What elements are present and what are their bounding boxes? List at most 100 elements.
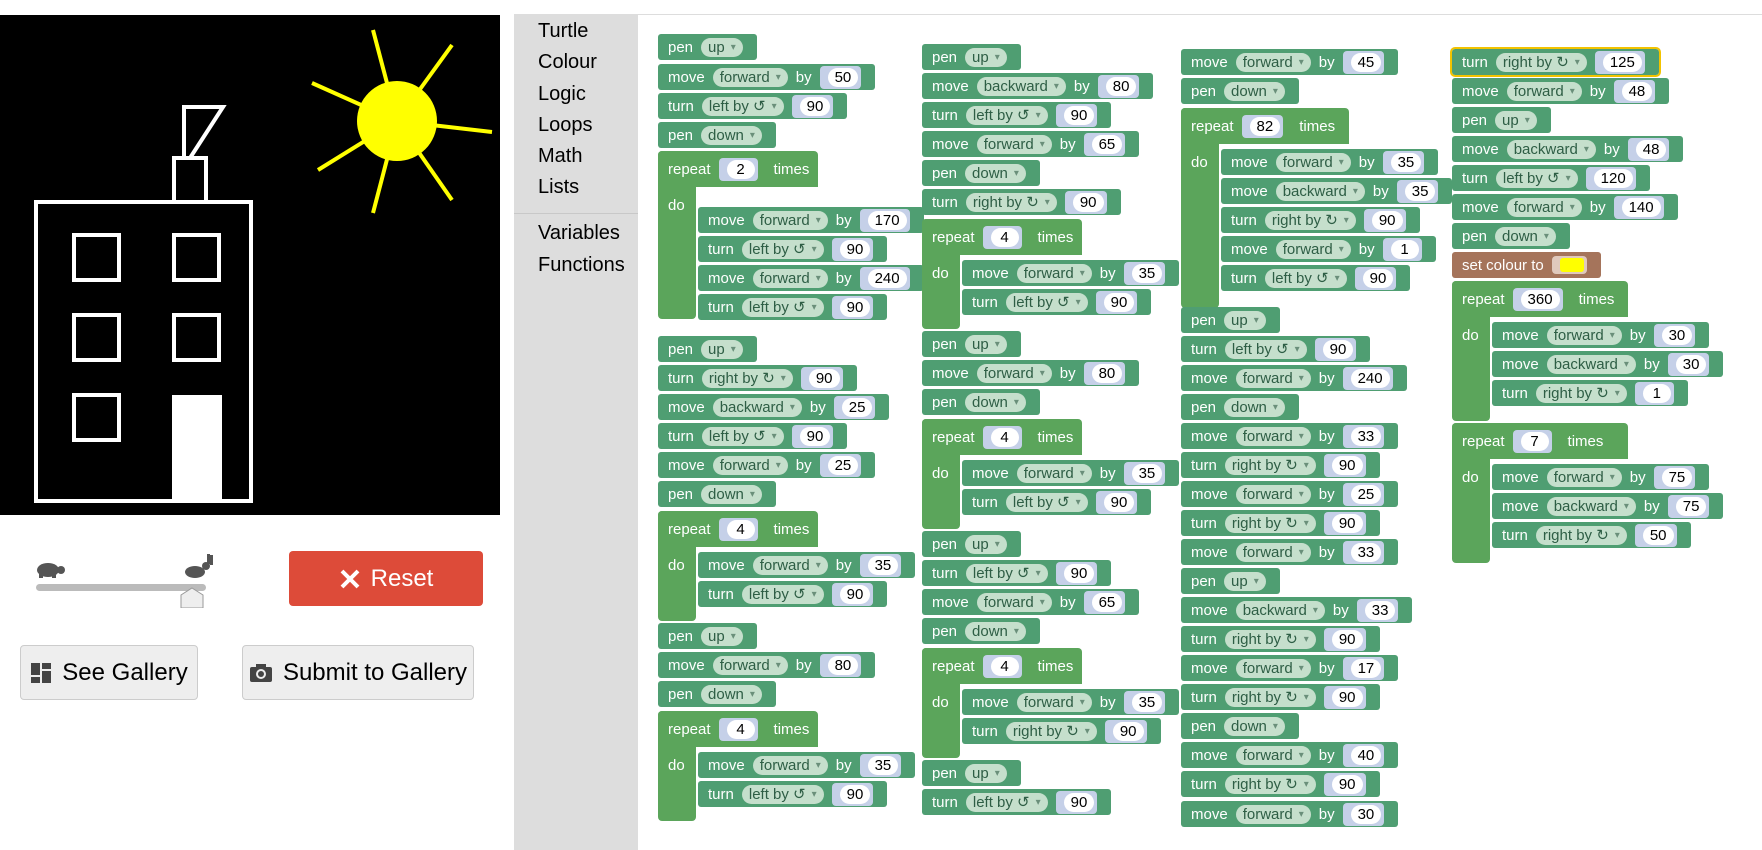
turn-block[interactable]: turnright by ↻90	[1181, 452, 1380, 478]
turn-dropdown[interactable]: right by ↻	[1224, 455, 1316, 475]
pen-dropdown[interactable]: up	[1224, 310, 1266, 330]
direction-dropdown[interactable]: forward	[1235, 52, 1311, 72]
turn-block[interactable]: turnright by ↻90	[658, 365, 857, 391]
move-block[interactable]: moveforwardby35	[1221, 149, 1439, 175]
pen-block[interactable]: pen down	[922, 389, 1040, 415]
toolbox-lists[interactable]: Lists	[538, 176, 579, 199]
move-block[interactable]: moveforwardby30	[1492, 322, 1710, 348]
pen-block[interactable]: pen up	[1181, 568, 1280, 594]
repeat-count-input[interactable]: 82	[1249, 116, 1281, 136]
move-block[interactable]: moveforwardby80	[658, 652, 876, 678]
repeat-count-input[interactable]: 4	[990, 656, 1019, 676]
move-block[interactable]: moveforwardby25	[658, 452, 876, 478]
pen-dropdown[interactable]: down	[1224, 81, 1285, 101]
repeat-block[interactable]: repeat 82 times do	[1181, 108, 1349, 308]
distance-input[interactable]: 170	[867, 210, 907, 230]
turn-dropdown[interactable]: left by ↺	[1224, 339, 1307, 359]
direction-dropdown[interactable]: forward	[1235, 745, 1311, 765]
pen-block[interactable]: pen up	[922, 331, 1021, 357]
move-block[interactable]: moveforwardby35	[962, 460, 1180, 486]
distance-input[interactable]: 35	[1131, 463, 1163, 483]
direction-dropdown[interactable]: backward	[1546, 496, 1636, 516]
pen-dropdown[interactable]: down	[701, 125, 762, 145]
angle-input[interactable]: 90	[1063, 563, 1095, 583]
distance-input[interactable]: 48	[1635, 139, 1667, 159]
toolbox-logic[interactable]: Logic	[538, 83, 586, 106]
turn-block[interactable]: turnleft by ↺90	[698, 236, 888, 262]
turn-dropdown[interactable]: left by ↺	[1495, 168, 1578, 188]
pen-block[interactable]: pen down	[658, 122, 776, 148]
direction-dropdown[interactable]: backward	[712, 397, 802, 417]
set-colour-block[interactable]: set colour to	[1452, 252, 1601, 278]
pen-block[interactable]: pen down	[1181, 394, 1299, 420]
direction-dropdown[interactable]: forward	[752, 555, 828, 575]
distance-input[interactable]: 80	[1091, 363, 1123, 383]
move-block[interactable]: movebackwardby33	[1181, 597, 1413, 623]
angle-input[interactable]: 50	[1642, 525, 1674, 545]
move-block[interactable]: movebackwardby48	[1452, 136, 1684, 162]
direction-dropdown[interactable]: forward	[1546, 325, 1622, 345]
direction-dropdown[interactable]: forward	[1235, 658, 1311, 678]
pen-block[interactable]: pen down	[658, 481, 776, 507]
distance-input[interactable]: 35	[1404, 181, 1436, 201]
repeat-block[interactable]: repeat 4 times do	[922, 219, 1082, 329]
angle-input[interactable]: 90	[1103, 492, 1135, 512]
turn-block[interactable]: turnright by ↻90	[1221, 207, 1420, 233]
angle-input[interactable]: 90	[1331, 629, 1363, 649]
distance-input[interactable]: 35	[867, 755, 899, 775]
move-block[interactable]: moveforwardby17	[1181, 655, 1399, 681]
turn-block[interactable]: turnright by ↻50	[1492, 522, 1691, 548]
move-block[interactable]: moveforwardby35	[698, 752, 916, 778]
angle-input[interactable]: 90	[1112, 721, 1144, 741]
pen-dropdown[interactable]: up	[701, 37, 743, 57]
move-block[interactable]: moveforwardby33	[1181, 423, 1399, 449]
direction-dropdown[interactable]: backward	[976, 76, 1066, 96]
speed-slider[interactable]	[20, 548, 220, 609]
distance-input[interactable]: 17	[1350, 658, 1382, 678]
turn-dropdown[interactable]: right by ↻	[1224, 629, 1316, 649]
move-block[interactable]: moveforwardby35	[962, 260, 1180, 286]
turn-block[interactable]: turnleft by ↺90	[922, 789, 1112, 815]
turn-block[interactable]: turnright by ↻90	[1181, 626, 1380, 652]
turn-dropdown[interactable]: left by ↺	[1264, 268, 1347, 288]
distance-input[interactable]: 45	[1350, 52, 1382, 72]
angle-input[interactable]: 90	[839, 239, 871, 259]
pen-dropdown[interactable]: down	[701, 484, 762, 504]
distance-input[interactable]: 33	[1350, 542, 1382, 562]
turn-dropdown[interactable]: left by ↺	[741, 297, 824, 317]
turn-block[interactable]: turnright by ↻90	[962, 718, 1161, 744]
direction-dropdown[interactable]: forward	[1235, 804, 1311, 824]
move-block[interactable]: moveforwardby140	[1452, 194, 1678, 220]
pen-dropdown[interactable]: up	[701, 626, 743, 646]
move-block[interactable]: moveforwardby48	[1452, 78, 1670, 104]
distance-input[interactable]: 35	[1131, 692, 1163, 712]
direction-dropdown[interactable]: backward	[1235, 600, 1325, 620]
turn-dropdown[interactable]: right by ↻	[1224, 687, 1316, 707]
angle-input[interactable]: 90	[839, 784, 871, 804]
toolbox-variables[interactable]: Variables	[538, 222, 620, 245]
move-block[interactable]: movebackwardby30	[1492, 351, 1724, 377]
turn-dropdown[interactable]: left by ↺	[741, 584, 824, 604]
pen-dropdown[interactable]: down	[1224, 716, 1285, 736]
direction-dropdown[interactable]: forward	[976, 363, 1052, 383]
pen-block[interactable]: pen up	[658, 336, 757, 362]
move-block[interactable]: moveforwardby35	[698, 552, 916, 578]
move-block[interactable]: moveforwardby170	[698, 207, 924, 233]
turn-dropdown[interactable]: left by ↺	[965, 105, 1048, 125]
direction-dropdown[interactable]: forward	[1275, 152, 1351, 172]
repeat-block[interactable]: repeat 7 times do	[1452, 423, 1628, 563]
pen-block[interactable]: pen down	[922, 618, 1040, 644]
pen-dropdown[interactable]: up	[1495, 110, 1537, 130]
blocks-workspace[interactable]: penup moveforwardby50 turnleft by ↺90 pe…	[638, 15, 1762, 850]
angle-input[interactable]: 90	[1331, 687, 1363, 707]
turn-block[interactable]: turnright by ↻90	[1181, 684, 1380, 710]
distance-input[interactable]: 30	[1350, 804, 1382, 824]
turn-block[interactable]: turnleft by ↺90	[962, 489, 1152, 515]
repeat-count-input[interactable]: 4	[990, 427, 1019, 447]
angle-input[interactable]: 90	[1331, 455, 1363, 475]
angle-input[interactable]: 125	[1602, 52, 1642, 72]
move-block[interactable]: moveforwardby30	[1181, 801, 1399, 827]
turn-dropdown[interactable]: left by ↺	[1005, 292, 1088, 312]
direction-dropdown[interactable]: forward	[1546, 467, 1622, 487]
move-block[interactable]: moveforwardby75	[1492, 464, 1710, 490]
